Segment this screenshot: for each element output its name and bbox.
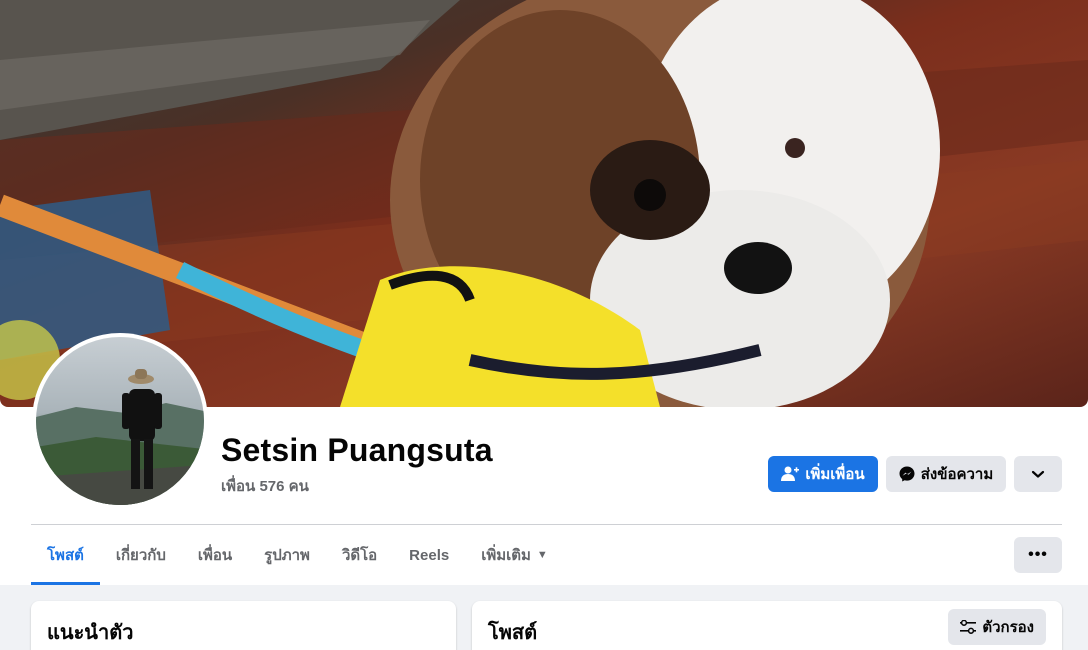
avatar-illustration (36, 369, 204, 505)
tab-photos-label: รูปภาพ (264, 547, 310, 564)
caret-down-icon: ▼ (536, 549, 548, 561)
tab-videos-label: วิดีโอ (341, 547, 378, 564)
ellipsis-icon: ••• (1028, 546, 1048, 563)
chevron-down-icon (1031, 470, 1045, 478)
tab-reels[interactable]: Reels (393, 525, 465, 585)
profile-tabs: โพสต์ เกี่ยวกับ เพื่อน รูปภาพ วิดีโอ Ree… (31, 525, 564, 585)
intro-title: แนะนำตัว (47, 622, 134, 644)
intro-card: แนะนำตัว (31, 601, 456, 650)
tab-posts[interactable]: โพสต์ (31, 525, 100, 585)
add-friend-label: เพิ่มเพื่อน (805, 466, 865, 483)
profile-name: Setsin Puangsuta (221, 432, 493, 468)
add-friend-button[interactable]: เพิ่มเพื่อน (768, 456, 878, 492)
profile-avatar[interactable] (32, 333, 208, 509)
tab-more[interactable]: เพิ่มเติม ▼ (465, 525, 564, 585)
avatar-photo (36, 337, 204, 505)
tab-reels-label: Reels (409, 546, 450, 564)
filter-icon (960, 620, 977, 634)
more-actions-button[interactable] (1014, 456, 1062, 492)
tab-about[interactable]: เกี่ยวกับ (100, 525, 182, 585)
filter-label: ตัวกรอง (982, 619, 1034, 636)
tab-posts-label: โพสต์ (47, 547, 84, 564)
tab-videos[interactable]: วิดีโอ (326, 525, 393, 585)
message-label: ส่งข้อความ (920, 466, 994, 483)
messenger-icon (899, 466, 915, 482)
tab-overflow-button[interactable]: ••• (1014, 537, 1062, 573)
friend-count[interactable]: เพื่อน 576 คน (221, 474, 309, 498)
tab-friends-label: เพื่อน (197, 547, 233, 564)
profile-header: Setsin Puangsuta เพื่อน 576 คน เพิ่มเพื่… (0, 0, 1088, 585)
message-button[interactable]: ส่งข้อความ (886, 456, 1006, 492)
tab-more-label: เพิ่มเติม (481, 547, 531, 564)
tab-about-label: เกี่ยวกับ (115, 547, 166, 564)
posts-title: โพสต์ (488, 622, 538, 644)
add-friend-icon (781, 466, 800, 481)
filter-button[interactable]: ตัวกรอง (948, 609, 1046, 645)
tab-friends[interactable]: เพื่อน (182, 525, 248, 585)
posts-card: โพสต์ ตัวกรอง (472, 601, 1062, 650)
tab-photos[interactable]: รูปภาพ (248, 525, 326, 585)
